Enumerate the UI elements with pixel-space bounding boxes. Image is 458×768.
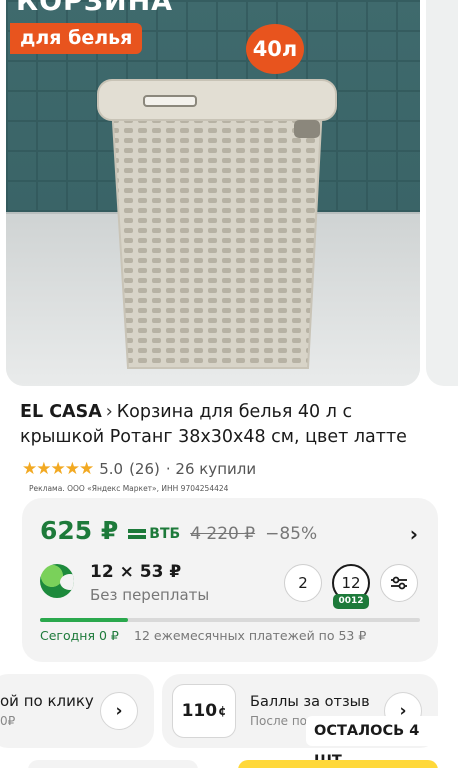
next-image-peek[interactable] [426, 0, 458, 386]
promo-card-left[interactable]: ой по клику 0₽ › [0, 674, 154, 748]
payment-schedule: 12 ежемесячных платежей по 53 ₽ [134, 628, 367, 643]
price-details-chevron-icon[interactable]: › [410, 522, 418, 546]
review-points-title: Баллы за отзыв [250, 694, 370, 710]
sliders-icon [391, 576, 407, 590]
basket-illustration [97, 79, 337, 369]
promo-subtitle: 0₽ [0, 714, 16, 728]
settings-sliders-icon[interactable] [380, 564, 418, 602]
ad-disclaimer: Реклама. ООО «Яндекс Маркет», ИНН 970425… [29, 484, 229, 493]
bottom-button-secondary[interactable] [28, 760, 198, 768]
brand-link[interactable]: EL CASA [20, 402, 102, 422]
bottom-button-primary[interactable] [238, 760, 438, 768]
payment-today: Сегодня 0 ₽ [40, 628, 119, 643]
star-rating-icon: ★★★★★ [22, 459, 94, 479]
volume-badge: 40л [246, 24, 304, 74]
discount-percent: −85% [265, 524, 318, 544]
installment-payment: 12 × 53 ₽ [90, 562, 182, 582]
image-title: КОРЗИНА [16, 0, 174, 17]
old-price: 4 220 ₽ [190, 524, 256, 544]
split-logo-icon [40, 564, 74, 598]
points-coin-icon: ¢ [218, 704, 227, 718]
current-price: 625 ₽ [40, 516, 119, 545]
points-badge: 110 ¢ [172, 684, 236, 738]
installment-note: Без переплаты [90, 586, 210, 604]
product-title: EL CASA › Корзина для белья 40 л с крышкой… [20, 400, 440, 450]
bank-name: ВТБ [149, 526, 181, 542]
image-tag: для белья [10, 23, 143, 54]
purchases-count: · 26 купили [165, 460, 257, 478]
reviews-count: (26) [129, 460, 160, 478]
breadcrumb-chevron-icon: › [105, 402, 113, 422]
bank-price-label: ВТБ [128, 526, 180, 542]
term-selected-badge: 0012 [333, 594, 369, 609]
rating-value: 5.0 [99, 460, 124, 478]
installment-progress [40, 618, 420, 622]
price-row: 625 ₽ ВТБ 4 220 ₽ −85% [40, 516, 317, 545]
points-value: 110 [181, 701, 218, 721]
rating-row[interactable]: ★★★★★ 5.0 (26) · 26 купили [22, 459, 256, 479]
promo-arrow-icon[interactable]: › [100, 692, 138, 730]
stock-remaining: ОСТАЛОСЬ 4 ШТ [306, 716, 458, 768]
price-card[interactable]: 625 ₽ ВТБ 4 220 ₽ −85% › 12 × 53 ₽ Без п… [22, 498, 438, 662]
installment-progress-fill [40, 618, 128, 622]
product-image[interactable]: КОРЗИНА для белья 40л [6, 0, 420, 386]
promo-title: ой по клику [0, 692, 94, 710]
vtb-icon [128, 529, 147, 539]
term-option-2[interactable]: 2 [284, 564, 322, 602]
